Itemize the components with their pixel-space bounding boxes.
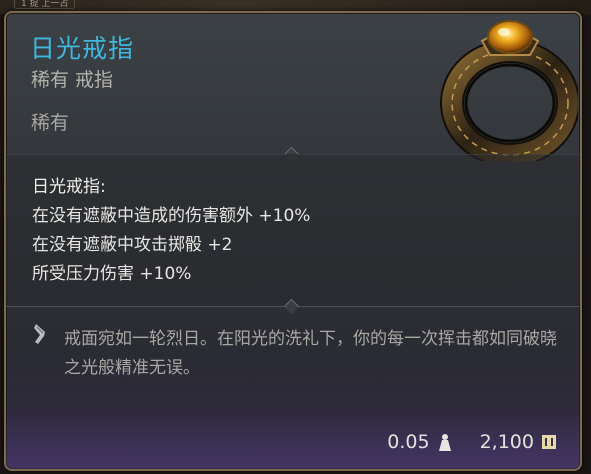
ring-icon: [440, 20, 578, 161]
quill-icon: [34, 324, 45, 344]
effects-heading: 日光戒指:: [32, 177, 106, 197]
background-tab-fragment: 1 提 上一占: [14, 0, 76, 9]
item-weight: 0.05: [387, 431, 430, 453]
weight-icon: [438, 434, 451, 451]
item-rarity: 稀有: [31, 112, 70, 134]
item-value: 2,100: [479, 431, 534, 453]
coin-icon: [542, 435, 556, 449]
item-title: 日光戒指: [30, 34, 135, 63]
item-footer: 0.05 2,100: [387, 431, 558, 453]
item-tooltip: 日光戒指 稀有 戒指 稀有 日光戒指: 在没有遮蔽中造成的伤害额外 +10% 在…: [4, 11, 582, 471]
effect-line: 所受压力伤害 +10%: [32, 264, 192, 284]
effect-line: 在没有遮蔽中攻击掷骰 +2: [32, 235, 233, 255]
flavor-text: 戒面宛如一轮烈日。在阳光的洗礼下，你的每一次挥击都如同破晓之光般精准无误。: [64, 329, 557, 378]
effect-line: 在没有遮蔽中造成的伤害额外 +10%: [32, 206, 311, 226]
item-type: 稀有 戒指: [31, 69, 114, 91]
effects-list: 日光戒指: 在没有遮蔽中造成的伤害额外 +10% 在没有遮蔽中攻击掷骰 +2 所…: [32, 173, 310, 289]
